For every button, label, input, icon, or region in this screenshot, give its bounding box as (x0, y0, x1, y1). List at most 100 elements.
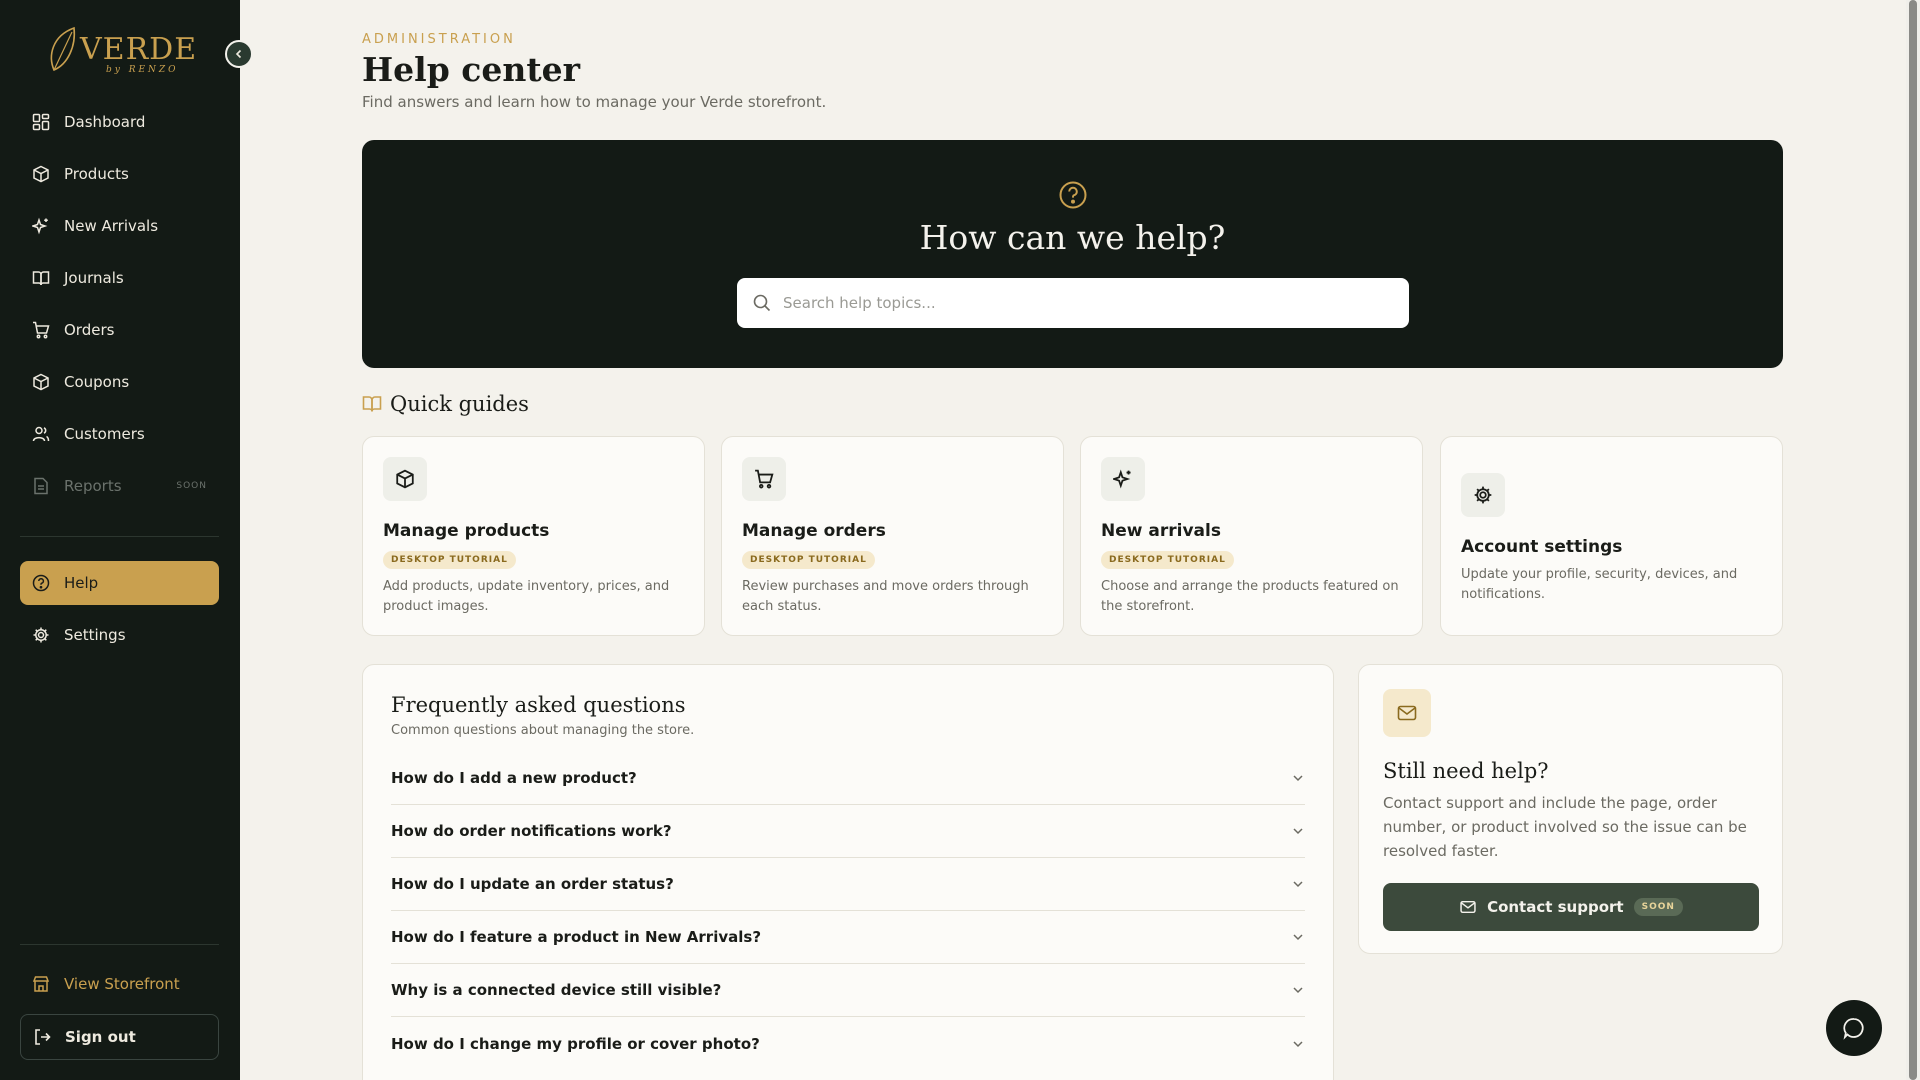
cart-icon (32, 321, 50, 339)
sparkle-icon (32, 217, 50, 235)
quick-guides-grid: Manage products DESKTOP TUTORIAL Add pro… (362, 436, 1784, 636)
chat-button[interactable] (1826, 1000, 1882, 1056)
sign-out-button[interactable]: Sign out (20, 1014, 219, 1060)
brand-tagline: by RENZO (106, 65, 179, 75)
sidebar-item-new-arrivals[interactable]: New Arrivals (20, 204, 219, 248)
box-icon (383, 457, 427, 501)
support-desc: Contact support and include the page, or… (1383, 794, 1747, 860)
sidebar: VERDE by RENZO Dashboard Products New Ar… (0, 0, 240, 1080)
help-icon (32, 574, 50, 592)
faq-subtitle: Common questions about managing the stor… (391, 723, 695, 738)
sidebar-item-customers[interactable]: Customers (20, 412, 219, 456)
hero-title: How can we help? (919, 218, 1226, 257)
scrollbar[interactable] (1906, 0, 1920, 1080)
faq-question: How do I update an order status? (391, 875, 674, 893)
faq-title: Frequently asked questions (391, 693, 686, 717)
view-storefront-link[interactable]: View Storefront (20, 962, 219, 1006)
logout-icon (33, 1028, 51, 1046)
sidebar-item-label: Reports (64, 477, 122, 495)
guide-card-desc: Add products, update inventory, prices, … (383, 579, 670, 614)
chevron-down-icon (1293, 987, 1303, 994)
help-icon (1059, 181, 1087, 209)
chevron-down-icon (1293, 881, 1303, 888)
guide-card-products[interactable]: Manage products DESKTOP TUTORIAL Add pro… (362, 436, 705, 636)
sparkle-icon (1101, 457, 1145, 501)
book-icon (32, 269, 50, 287)
guide-card-desc: Review purchases and move orders through… (742, 579, 1029, 614)
faq-item[interactable]: How do I add a new product? (391, 752, 1305, 805)
faq-item[interactable]: How do I feature a product in New Arriva… (391, 911, 1305, 964)
guide-card-orders[interactable]: Manage orders DESKTOP TUTORIAL Review pu… (721, 436, 1064, 636)
sidebar-item-journals[interactable]: Journals (20, 256, 219, 300)
sidebar-item-label: Customers (64, 425, 145, 443)
sidebar-item-reports[interactable]: Reports SOON (20, 464, 219, 508)
page-eyebrow: ADMINISTRATION (362, 32, 516, 47)
gear-icon (1461, 473, 1505, 517)
sidebar-item-products[interactable]: Products (20, 152, 219, 196)
sidebar-item-label: Settings (64, 626, 126, 644)
view-storefront-label: View Storefront (64, 975, 180, 993)
chevron-left-icon (235, 49, 242, 59)
guide-card-desc: Choose and arrange the products featured… (1101, 579, 1399, 614)
page-title: Help center (362, 50, 580, 89)
sidebar-item-orders[interactable]: Orders (20, 308, 219, 352)
leaf-icon (50, 26, 76, 72)
faq-question: Why is a connected device still visible? (391, 981, 722, 999)
mail-icon (1459, 898, 1477, 916)
collapse-sidebar-button[interactable] (225, 40, 253, 68)
quick-guides-heading: Quick guides (362, 392, 529, 416)
chevron-down-icon (1293, 828, 1303, 835)
sidebar-nav: Dashboard Products New Arrivals Journals… (20, 100, 219, 516)
faq-item[interactable]: How do order notifications work? (391, 805, 1305, 858)
chevron-down-icon (1293, 1040, 1303, 1047)
users-icon (32, 425, 50, 443)
store-icon (32, 975, 50, 993)
scrollbar-thumb[interactable] (1909, 0, 1917, 1080)
sidebar-item-coupons[interactable]: Coupons (20, 360, 219, 404)
contact-support-button[interactable]: Contact support SOON (1383, 883, 1759, 931)
guide-card-title: New arrivals (1101, 521, 1221, 541)
cart-icon (742, 457, 786, 501)
sidebar-item-label: Journals (64, 269, 124, 287)
faq-item[interactable]: Why is a connected device still visible? (391, 964, 1305, 1017)
sidebar-item-label: Orders (64, 321, 115, 339)
sidebar-item-label: Help (64, 574, 99, 592)
search-icon (753, 294, 771, 312)
soon-badge: SOON (1633, 898, 1683, 916)
sidebar-item-label: New Arrivals (64, 217, 159, 235)
nav-divider (20, 944, 219, 945)
faq-list: How do I add a new product? How do order… (391, 752, 1305, 1070)
faq-question: How do I add a new product? (391, 769, 637, 787)
tutorial-badge: DESKTOP TUTORIAL (383, 551, 516, 569)
sidebar-item-help[interactable]: Help (20, 561, 219, 605)
sidebar-item-settings[interactable]: Settings (20, 613, 219, 657)
chat-bubble-icon (1843, 1018, 1864, 1040)
box-icon (32, 165, 50, 183)
soon-badge: SOON (176, 481, 207, 491)
sidebar-item-label: Dashboard (64, 113, 146, 131)
gear-icon (32, 626, 50, 644)
support-title: Still need help? (1383, 759, 1549, 783)
dashboard-icon (32, 113, 50, 131)
sidebar-item-dashboard[interactable]: Dashboard (20, 100, 219, 144)
faq-item[interactable]: How do I update an order status? (391, 858, 1305, 911)
search-box[interactable] (737, 278, 1409, 328)
brand-name: VERDE (80, 32, 198, 67)
tutorial-badge: DESKTOP TUTORIAL (1101, 551, 1234, 569)
faq-item[interactable]: How do I change my profile or cover phot… (391, 1017, 1305, 1070)
guide-card-account-settings[interactable]: Account settings Update your profile, se… (1440, 436, 1783, 636)
support-card: Still need help? Contact support and inc… (1358, 664, 1783, 954)
sidebar-item-label: Coupons (64, 373, 130, 391)
report-icon (32, 477, 50, 495)
coupon-icon (32, 373, 50, 391)
book-icon (362, 395, 382, 413)
brand-logo[interactable]: VERDE by RENZO (44, 24, 198, 80)
guide-card-title: Account settings (1461, 537, 1623, 557)
faq-question: How do I change my profile or cover phot… (391, 1034, 760, 1053)
chevron-down-icon (1293, 934, 1303, 941)
guide-card-new-arrivals[interactable]: New arrivals DESKTOP TUTORIAL Choose and… (1080, 436, 1423, 636)
page-subtitle: Find answers and learn how to manage you… (362, 93, 827, 111)
search-input[interactable] (783, 294, 1383, 312)
faq-question: How do I feature a product in New Arriva… (391, 928, 762, 946)
sidebar-footer: View Storefront (20, 962, 219, 1014)
